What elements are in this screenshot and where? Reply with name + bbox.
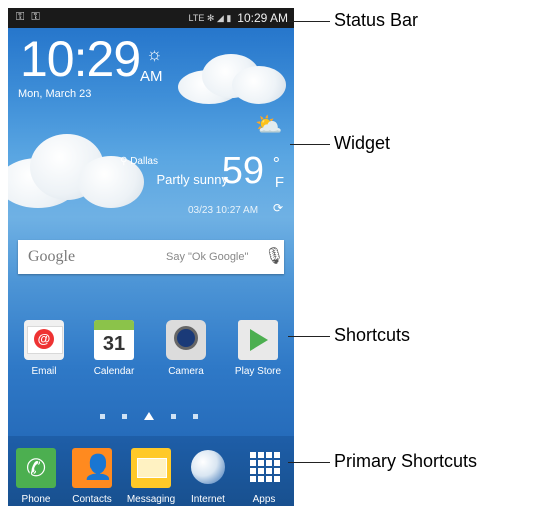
refresh-icon[interactable]: ⟳ bbox=[273, 201, 283, 215]
dock-label: Apps bbox=[252, 494, 276, 505]
shortcut-label: Play Store bbox=[234, 366, 282, 377]
weather-location: ⚲ Dallas bbox=[120, 156, 158, 167]
clock-ampm: AM bbox=[140, 68, 163, 85]
callout-status-bar: Status Bar bbox=[334, 10, 419, 30]
dock-apps[interactable]: Apps bbox=[236, 448, 292, 505]
clock-date: Mon, March 23 bbox=[18, 88, 92, 100]
messaging-icon bbox=[131, 448, 171, 488]
page-dot[interactable] bbox=[122, 413, 127, 419]
dock-internet[interactable]: Internet bbox=[180, 448, 236, 505]
callout-widget: Widget bbox=[334, 133, 391, 153]
callout-shortcuts: Shortcuts bbox=[334, 325, 411, 345]
dock-messaging[interactable]: Messaging bbox=[121, 448, 181, 505]
status-bar: ⚿ ⚿ LTE ✻ ◢ ▮ 10:29 AM bbox=[8, 8, 294, 28]
cloud-top-right bbox=[178, 48, 288, 108]
google-logo: Google bbox=[28, 248, 76, 265]
page-dot[interactable] bbox=[193, 413, 198, 419]
contacts-icon: 👤 bbox=[72, 448, 113, 488]
callout-line-shortcuts bbox=[288, 336, 330, 337]
shortcut-label: Email bbox=[31, 366, 57, 377]
camera-icon bbox=[166, 320, 206, 360]
status-right: LTE ✻ ◢ ▮ 10:29 AM bbox=[189, 11, 288, 25]
internet-globe-icon bbox=[188, 448, 228, 488]
shortcut-calendar[interactable]: 31 Calendar bbox=[84, 320, 144, 377]
dock-label: Phone bbox=[21, 494, 51, 505]
status-time: 10:29 AM bbox=[237, 11, 288, 25]
page-dot[interactable] bbox=[171, 413, 176, 419]
phone-icon: ✆ bbox=[16, 448, 56, 488]
callout-line-primary-shortcuts bbox=[288, 462, 330, 463]
dock-label: Internet bbox=[191, 494, 225, 505]
dock-label: Messaging bbox=[126, 494, 176, 505]
calendar-icon: 31 bbox=[94, 320, 134, 360]
email-icon: @ bbox=[24, 320, 64, 360]
network-signal-icon: LTE ✻ ◢ ▮ bbox=[188, 12, 232, 23]
status-notification-icons: ⚿ ⚿ bbox=[16, 11, 42, 23]
apps-grid-icon bbox=[244, 448, 284, 488]
weather-condition: Partly sunny bbox=[156, 172, 228, 187]
dock-contacts[interactable]: 👤 Contacts bbox=[64, 448, 120, 505]
callout-line-widget bbox=[290, 144, 330, 145]
dock-phone[interactable]: ✆ Phone bbox=[8, 448, 64, 505]
weather-unit: F bbox=[274, 174, 284, 191]
search-hint: Say "Ok Google" bbox=[166, 251, 249, 263]
shortcut-email[interactable]: @ Email bbox=[14, 320, 74, 377]
page-dot[interactable] bbox=[100, 413, 105, 419]
shortcut-label: Calendar bbox=[93, 366, 135, 377]
shortcut-play-store[interactable]: Play Store bbox=[228, 320, 288, 377]
microphone-icon[interactable]: 🎙 bbox=[264, 246, 284, 266]
weather-updated-time: 03/23 10:27 AM bbox=[188, 205, 259, 216]
primary-shortcuts-dock: ✆ Phone 👤 Contacts Messaging Internet Ap… bbox=[8, 436, 294, 506]
google-search-bar[interactable]: Google Say "Ok Google" 🎙 bbox=[18, 240, 284, 274]
calendar-day: 31 bbox=[102, 333, 126, 355]
play-store-icon bbox=[238, 320, 278, 360]
page-indicator[interactable] bbox=[100, 412, 198, 420]
weather-temperature: 59 bbox=[221, 150, 264, 192]
cloud-left bbox=[8, 128, 148, 213]
home-page-icon[interactable] bbox=[144, 412, 154, 420]
callout-line-status-bar bbox=[288, 21, 330, 22]
callout-primary-shortcuts: Primary Shortcuts bbox=[334, 451, 478, 471]
shortcut-camera[interactable]: Camera bbox=[156, 320, 216, 377]
location-pin-icon: ⚲ bbox=[120, 156, 131, 167]
dock-label: Contacts bbox=[72, 494, 112, 505]
shortcut-label: Camera bbox=[168, 366, 204, 377]
clock-time: 10:29 bbox=[20, 31, 141, 87]
partly-sunny-icon: ⛅ bbox=[255, 112, 283, 137]
phone-home-screen: ⚿ ⚿ LTE ✻ ◢ ▮ 10:29 AM 10:29 ☼ AM Mon, M… bbox=[8, 8, 294, 506]
weather-location-label: Dallas bbox=[130, 156, 158, 167]
clock-widget[interactable]: 10:29 ☼ AM bbox=[20, 31, 163, 87]
weather-degree: ° bbox=[272, 154, 280, 174]
sun-icon: ☼ bbox=[146, 44, 163, 64]
